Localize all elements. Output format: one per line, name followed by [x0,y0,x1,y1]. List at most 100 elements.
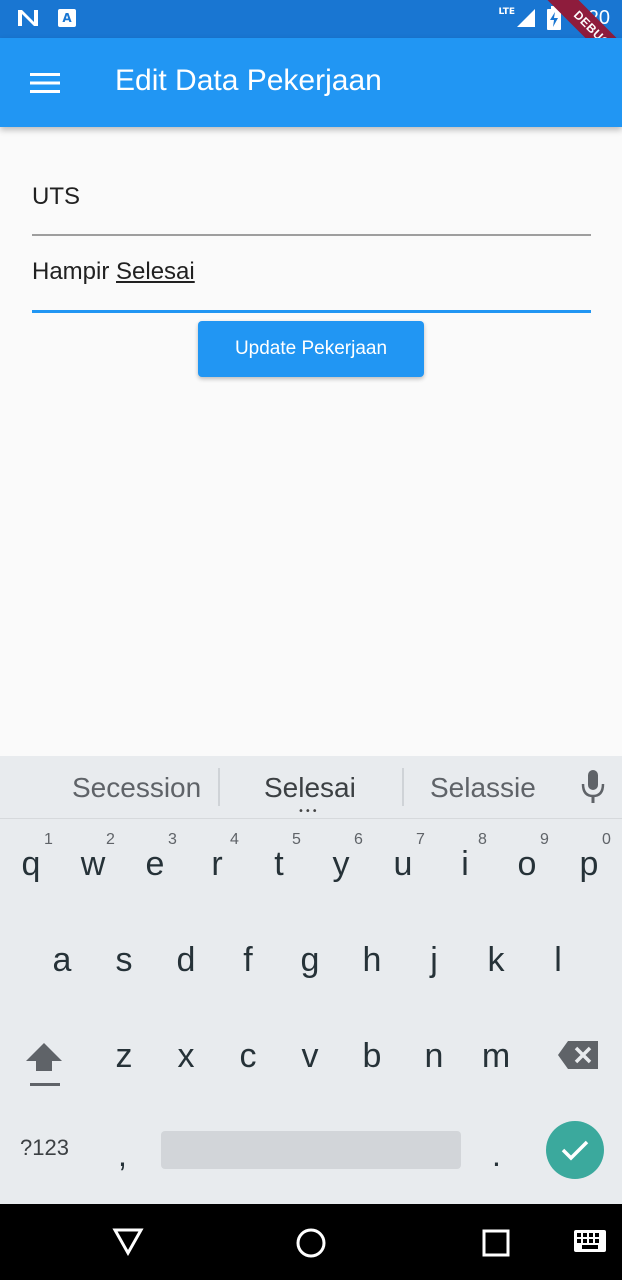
key-letter: l [554,941,562,979]
key-letter: z [115,1037,133,1075]
key-s[interactable]: s [93,915,155,1009]
key-t[interactable]: t5 [248,819,310,913]
key-i[interactable]: i8 [434,819,496,913]
microphone-icon[interactable] [580,770,606,804]
home-icon[interactable] [296,1228,326,1258]
key-number-hint: 5 [292,831,301,848]
symbols-key[interactable]: ?123 [20,1135,69,1161]
key-number-hint: 9 [540,831,549,848]
n-icon [18,10,38,26]
suggestion-3[interactable]: Selassie [430,772,536,804]
job-status-prefix: Hampir [32,258,117,285]
shift-icon [26,1043,62,1086]
system-navigation-bar [0,1204,622,1280]
keyboard-suggestion-bar: Secession Selesai ••• Selassie [0,756,622,819]
update-job-button[interactable]: Update Pekerjaan [198,321,424,377]
backspace-key[interactable] [556,1039,600,1071]
backspace-icon [558,1041,598,1069]
job-status-composing-word: Selesai [116,258,195,285]
key-d[interactable]: d [155,915,217,1009]
keyboard-switch-icon[interactable] [574,1230,606,1254]
key-letter: r [211,845,223,883]
key-a[interactable]: a [31,915,93,1009]
key-letter: b [362,1037,382,1075]
key-letter: x [177,1037,195,1075]
shift-key[interactable] [22,1041,66,1091]
status-bar: A LTE 1:20 DEBUG [0,0,622,87]
key-letter: d [176,941,196,979]
key-n[interactable]: n [403,1011,465,1105]
job-status-value: Hampir Selesai [32,257,591,286]
key-q[interactable]: q1 [0,819,62,913]
hamburger-menu-icon[interactable] [22,64,68,102]
key-number-hint: 0 [602,831,611,848]
back-icon[interactable] [112,1226,144,1256]
key-r[interactable]: r4 [186,819,248,913]
key-letter: y [332,845,350,883]
key-number-hint: 4 [230,831,239,848]
suggestion-divider [218,768,220,806]
suggestion-divider [402,768,404,806]
suggestion-1[interactable]: Secession [72,772,201,804]
key-letter: i [461,845,469,883]
key-letter: m [481,1037,511,1075]
job-name-value: UTS [32,183,80,210]
recent-apps-icon[interactable] [482,1229,510,1257]
key-w[interactable]: w2 [62,819,124,913]
key-m[interactable]: m [465,1011,527,1105]
key-letter: j [430,941,438,979]
network-type: LTE [498,7,516,17]
suggestion-2[interactable]: Selesai [264,772,356,804]
key-y[interactable]: y6 [310,819,372,913]
key-letter: n [424,1037,444,1075]
key-letter: w [80,845,106,883]
key-k[interactable]: k [465,915,527,1009]
key-l[interactable]: l [527,915,589,1009]
key-letter: f [243,941,253,979]
checkmark-icon [561,1140,589,1161]
app-bar: Edit Data Pekerjaan [0,38,622,127]
key-letter: o [517,845,537,883]
suggestion-more-dots: ••• [298,806,319,817]
key-letter: v [301,1037,319,1075]
key-letter: s [115,941,133,979]
comma-key[interactable]: , [118,1137,127,1174]
key-j[interactable]: j [403,915,465,1009]
key-e[interactable]: e3 [124,819,186,913]
space-bar[interactable] [161,1131,461,1169]
key-number-hint: 2 [106,831,115,848]
signal-icon [517,9,536,27]
key-letter: a [52,941,72,979]
key-o[interactable]: o9 [496,819,558,913]
key-x[interactable]: x [155,1011,217,1105]
key-letter: u [393,845,413,883]
key-letter: p [579,845,599,883]
period-key[interactable]: . [492,1137,501,1174]
key-f[interactable]: f [217,915,279,1009]
key-letter: q [21,845,41,883]
page-title: Edit Data Pekerjaan [115,64,382,97]
key-c[interactable]: c [217,1011,279,1105]
key-letter: k [487,941,505,979]
key-number-hint: 7 [416,831,425,848]
key-v[interactable]: v [279,1011,341,1105]
key-h[interactable]: h [341,915,403,1009]
key-letter: c [239,1037,257,1075]
key-z[interactable]: z [93,1011,155,1105]
key-letter: e [145,845,165,883]
a-icon: A [58,9,76,27]
key-letter: t [274,845,284,883]
key-p[interactable]: p0 [558,819,620,913]
job-name-field[interactable]: UTS [32,180,591,236]
enter-key[interactable] [546,1121,604,1179]
key-u[interactable]: u7 [372,819,434,913]
soft-keyboard: q1w2e3r4t5y6u7i8o9p0 asdfghjkl zxcvbnm ?… [0,819,622,1204]
key-number-hint: 3 [168,831,177,848]
key-letter: h [362,941,382,979]
key-number-hint: 6 [354,831,363,848]
key-number-hint: 8 [478,831,487,848]
key-b[interactable]: b [341,1011,403,1105]
key-g[interactable]: g [279,915,341,1009]
job-status-field[interactable]: Hampir Selesai [32,257,591,313]
key-letter: g [300,941,320,979]
